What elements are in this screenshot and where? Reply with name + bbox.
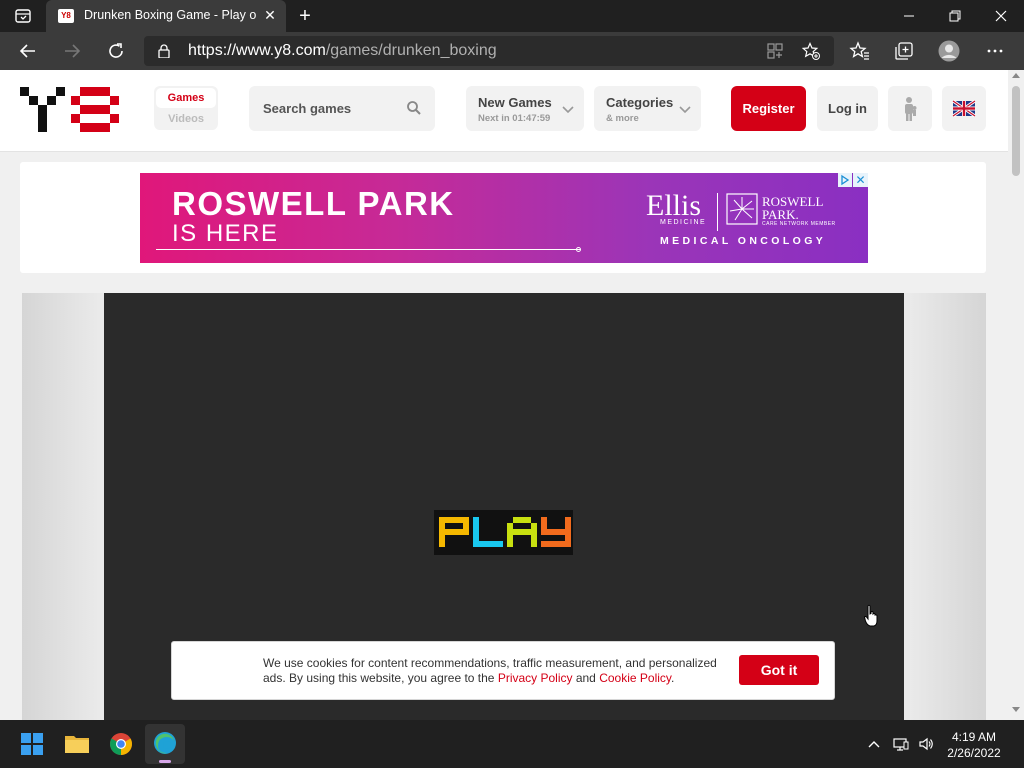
refresh-icon[interactable] <box>102 37 130 65</box>
ad-medicine-text: MEDICINE <box>660 219 707 226</box>
y8-logo[interactable] <box>20 87 124 133</box>
cookie-consent-banner: We use cookies for content recommendatio… <box>171 641 835 700</box>
page-scrollbar[interactable] <box>1008 70 1024 720</box>
hand-cursor-icon <box>863 604 878 628</box>
play-letter-y <box>541 517 571 547</box>
search-icon[interactable] <box>406 100 422 116</box>
play-letter-l <box>473 517 503 547</box>
new-games-dropdown[interactable]: New Games Next in 01:47:59 <box>466 86 584 131</box>
search-input[interactable] <box>249 86 399 131</box>
y8-favicon-icon: Y8 <box>58 9 74 23</box>
restore-icon[interactable] <box>932 0 978 32</box>
new-games-label: New Games <box>478 95 552 110</box>
start-icon[interactable] <box>12 724 52 764</box>
ad-roswell-logo: ROSWELL PARK. <box>762 194 824 222</box>
games-tab[interactable]: Games <box>156 88 216 108</box>
ad-member-text: CARE NETWORK MEMBER <box>762 221 836 227</box>
minimize-icon[interactable] <box>886 0 932 32</box>
ad-logo-divider <box>717 193 718 231</box>
new-tab-icon[interactable]: + <box>294 5 316 27</box>
ad-headline: ROSWELL PARK <box>172 185 455 222</box>
tab-actions-icon[interactable] <box>14 8 32 24</box>
scroll-down-icon[interactable] <box>1012 707 1020 712</box>
games-videos-toggle: Games Videos <box>154 86 218 130</box>
site-header: Games Videos New Games Next in 01:47:59 … <box>0 70 1008 152</box>
ad-close-icon[interactable]: ✕ <box>853 173 868 187</box>
web-page: Games Videos New Games Next in 01:47:59 … <box>0 70 1008 720</box>
profile-avatar-icon[interactable] <box>938 40 960 62</box>
add-favorite-icon[interactable] <box>801 42 820 60</box>
tab-title: Drunken Boxing Game - Play onl <box>84 8 256 22</box>
active-app-indicator <box>159 760 171 763</box>
categories-sub: & more <box>606 113 639 124</box>
chevron-down-icon <box>679 102 691 114</box>
app-available-icon[interactable] <box>766 42 784 60</box>
categories-label: Categories <box>606 95 674 110</box>
ad-ellis-logo: Ellis <box>646 189 702 222</box>
close-window-icon[interactable] <box>978 0 1024 32</box>
ad-rule-dot <box>576 247 581 252</box>
forward-icon[interactable] <box>58 37 86 65</box>
videos-tab[interactable]: Videos <box>156 110 216 128</box>
windows-taskbar: 4:19 AM 2/26/2022 <box>0 720 1024 768</box>
edge-icon[interactable] <box>145 724 185 764</box>
cookie-message: We use cookies for content recommendatio… <box>263 656 717 685</box>
adchoices-icon[interactable] <box>838 173 852 187</box>
address-bar[interactable]: https://www.y8.com/games/drunken_boxing <box>144 36 834 66</box>
parental-icon[interactable] <box>888 86 932 131</box>
play-button[interactable] <box>434 510 573 555</box>
ad-container: ROSWELL PARK IS HERE Ellis MEDICINE ROSW… <box>20 162 986 273</box>
ad-oncology-text: MEDICAL ONCOLOGY <box>660 235 827 247</box>
play-letter-p <box>439 517 469 547</box>
search-box <box>249 86 435 131</box>
scrollbar-thumb[interactable] <box>1012 86 1020 176</box>
ad-rule <box>156 249 580 250</box>
chevron-up-icon[interactable] <box>866 736 882 752</box>
got-it-button[interactable]: Got it <box>739 655 819 685</box>
new-games-countdown: Next in 01:47:59 <box>478 113 551 124</box>
login-button[interactable]: Log in <box>817 86 878 131</box>
more-options-icon[interactable] <box>984 40 1006 62</box>
advertisement-banner[interactable]: ROSWELL PARK IS HERE Ellis MEDICINE ROSW… <box>140 173 868 263</box>
system-clock[interactable]: 4:19 AM 2/26/2022 <box>938 729 1010 761</box>
chrome-icon[interactable] <box>101 724 141 764</box>
play-letter-a <box>507 517 537 547</box>
browser-tab-active[interactable]: Y8 Drunken Boxing Game - Play onl ✕ <box>46 0 286 32</box>
clock-date: 2/26/2022 <box>947 746 1001 760</box>
back-icon[interactable] <box>14 37 42 65</box>
tab-close-icon[interactable]: ✕ <box>262 7 278 23</box>
clock-time: 4:19 AM <box>951 730 997 744</box>
language-flag-icon[interactable] <box>942 86 986 131</box>
file-explorer-icon[interactable] <box>57 724 97 764</box>
browser-toolbar: https://www.y8.com/games/drunken_boxing <box>0 32 1024 70</box>
roswell-emblem-icon <box>726 193 758 225</box>
register-button[interactable]: Register <box>731 86 806 131</box>
favorites-icon[interactable] <box>849 40 871 62</box>
ad-subhead: IS HERE <box>172 220 279 247</box>
scroll-up-icon[interactable] <box>1012 73 1020 78</box>
browser-title-bar: Y8 Drunken Boxing Game - Play onl ✕ + <box>0 0 1024 32</box>
categories-dropdown[interactable]: Categories & more <box>594 86 701 131</box>
url-text[interactable]: https://www.y8.com/games/drunken_boxing <box>188 42 497 60</box>
volume-icon[interactable] <box>918 736 934 752</box>
cookie-policy-link[interactable]: Cookie Policy <box>599 671 671 685</box>
collections-icon[interactable] <box>893 40 915 62</box>
network-icon[interactable] <box>893 736 909 752</box>
privacy-policy-link[interactable]: Privacy Policy <box>498 671 573 685</box>
chevron-down-icon <box>562 102 574 114</box>
lock-icon[interactable] <box>158 44 170 59</box>
